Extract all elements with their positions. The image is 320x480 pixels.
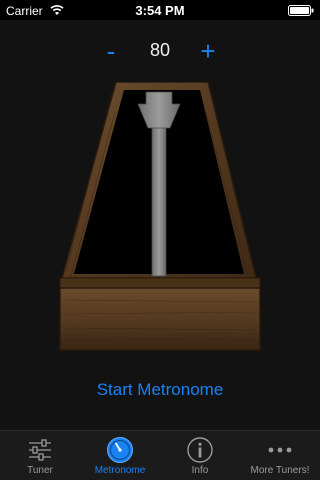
tab-info-label: Info [191, 465, 209, 476]
tab-tuner[interactable]: Tuner [0, 431, 80, 480]
increase-tempo-button[interactable]: + [195, 38, 221, 66]
tab-bar: Tuner Metronome Info More Tuners! [0, 430, 320, 480]
metronome-dial-icon [107, 437, 133, 463]
more-dots-icon [268, 447, 292, 453]
start-metronome-button[interactable]: Start Metronome [60, 378, 260, 402]
metronome-base-top [59, 277, 261, 289]
tab-more-tuners[interactable]: More Tuners! [240, 431, 320, 480]
status-bar: Carrier 3:54 PM [0, 0, 320, 20]
pendulum-rod [151, 111, 167, 277]
tab-info[interactable]: Info [160, 431, 240, 480]
metronome-illustration [59, 82, 261, 351]
tempo-control: - 80 + [0, 38, 320, 66]
battery-icon [288, 5, 314, 16]
tab-metronome[interactable]: Metronome [80, 431, 160, 480]
sliders-icon [29, 439, 51, 461]
status-time: 3:54 PM [135, 3, 185, 18]
tab-metronome-label: Metronome [94, 465, 146, 476]
tempo-value: 80 [149, 40, 171, 60]
decrease-tempo-button[interactable]: - [98, 38, 124, 66]
info-icon [187, 437, 213, 463]
tab-tuner-label: Tuner [27, 465, 53, 476]
metronome-screen: Carrier 3:54 PM - 80 + Start Metronome T… [0, 0, 320, 480]
metronome-base [59, 287, 261, 351]
tab-more-tuners-label: More Tuners! [250, 465, 310, 476]
